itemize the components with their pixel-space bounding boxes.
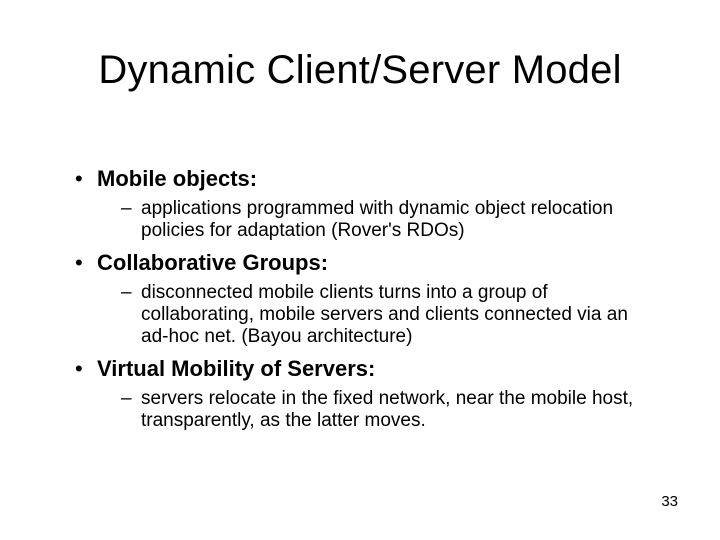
dash-icon: – — [121, 282, 141, 304]
subbullet-virtual-mobility: – servers relocate in the fixed network,… — [121, 388, 655, 432]
bullet-icon: • — [75, 356, 97, 382]
subbullet-collaborative-groups: – disconnected mobile clients turns into… — [121, 282, 655, 348]
bullet-icon: • — [75, 250, 97, 276]
bullet-collaborative-groups: • Collaborative Groups: — [75, 250, 655, 276]
slide-title: Dynamic Client/Server Model — [0, 48, 720, 93]
subbullet-mobile-objects: – applications programmed with dynamic o… — [121, 198, 655, 242]
subbullet-text: applications programmed with dynamic obj… — [141, 198, 655, 242]
bullet-mobile-objects: • Mobile objects: — [75, 166, 655, 192]
bullet-label: Collaborative Groups: — [97, 250, 655, 276]
slide-body: • Mobile objects: – applications program… — [75, 160, 655, 440]
bullet-label: Virtual Mobility of Servers: — [97, 356, 655, 382]
subbullet-text: disconnected mobile clients turns into a… — [141, 282, 655, 348]
bullet-label: Mobile objects: — [97, 166, 655, 192]
bullet-virtual-mobility: • Virtual Mobility of Servers: — [75, 356, 655, 382]
slide: Dynamic Client/Server Model • Mobile obj… — [0, 0, 720, 540]
dash-icon: – — [121, 388, 141, 410]
subbullet-text: servers relocate in the fixed network, n… — [141, 388, 655, 432]
page-number: 33 — [661, 493, 678, 510]
dash-icon: – — [121, 198, 141, 220]
bullet-icon: • — [75, 166, 97, 192]
